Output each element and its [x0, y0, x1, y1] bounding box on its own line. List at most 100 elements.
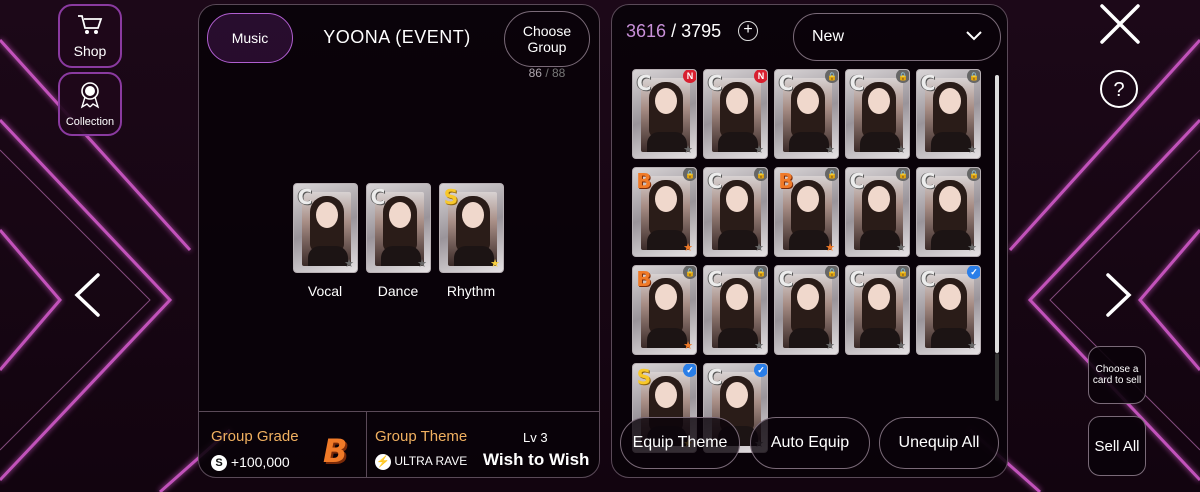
star-icon: ★: [754, 340, 764, 352]
chevron-left-icon[interactable]: [72, 272, 102, 323]
lock-icon: 🔒: [896, 168, 909, 181]
card[interactable]: S ★: [439, 183, 504, 273]
scrollbar-track[interactable]: [995, 353, 999, 401]
choose-group-button[interactable]: Choose Group: [504, 11, 590, 67]
star-icon: ★: [754, 242, 764, 254]
medal-icon: [77, 81, 103, 112]
bolt-icon: ⚡: [375, 454, 391, 470]
group-grade-bonus-value: +100,000: [230, 454, 290, 470]
card[interactable]: C ★ 🔒: [916, 69, 981, 159]
unequip-all-button[interactable]: Unequip All: [879, 417, 999, 469]
music-button[interactable]: Music: [207, 13, 293, 63]
star-icon: ★: [683, 340, 693, 352]
star-icon: ★: [683, 242, 693, 254]
card-grade: C: [778, 267, 794, 291]
card[interactable]: B ★ 🔒: [632, 167, 697, 257]
sell-all-button[interactable]: Sell All: [1088, 416, 1146, 476]
card[interactable]: C ★ N: [632, 69, 697, 159]
card[interactable]: C ★ N: [703, 69, 768, 159]
card-grade: C: [707, 267, 723, 291]
star-icon: ★: [825, 242, 835, 254]
help-icon[interactable]: ?: [1098, 68, 1140, 115]
lock-icon: 🔒: [754, 266, 767, 279]
slot-label: Dance: [377, 283, 419, 299]
star-icon: ★: [490, 258, 500, 270]
card[interactable]: C ★ 🔒: [845, 265, 910, 355]
sort-value: New: [812, 28, 845, 45]
card-face: [868, 284, 890, 310]
card-outfit: [308, 246, 348, 266]
card-face: [939, 88, 961, 114]
card-face: [316, 202, 338, 228]
star-icon: ★: [896, 340, 906, 352]
card[interactable]: B ★ 🔒: [632, 265, 697, 355]
card-face: [726, 382, 748, 408]
card-outfit: [381, 246, 421, 266]
group-panel: Music YOONA (EVENT) Choose Group 86 / 88…: [198, 4, 600, 478]
slot-label: Rhythm: [446, 283, 496, 299]
group-grade-badge: B: [323, 432, 348, 470]
star-icon: ★: [754, 144, 764, 156]
group-grade-label: Group Grade: [211, 428, 299, 445]
card-face: [726, 284, 748, 310]
lock-icon: 🔒: [683, 266, 696, 279]
scrollbar-thumb[interactable]: [995, 75, 999, 353]
card-grade: C: [707, 365, 723, 389]
card-face: [655, 88, 677, 114]
card-grade: C: [707, 169, 723, 193]
check-icon: ✓: [754, 364, 767, 377]
group-grade-bonus: S +100,000: [211, 454, 290, 472]
card-outfit: [860, 328, 900, 348]
sort-dropdown[interactable]: New: [793, 13, 1001, 61]
total-count: 3795: [681, 21, 722, 41]
lock-icon: 🔒: [825, 70, 838, 83]
new-badge: N: [754, 70, 767, 83]
lock-icon: 🔒: [967, 168, 980, 181]
card[interactable]: B ★ 🔒: [774, 167, 839, 257]
shop-button[interactable]: Shop: [58, 4, 122, 68]
star-icon: ★: [896, 144, 906, 156]
card-outfit: [931, 230, 971, 250]
card-outfit: [718, 230, 758, 250]
card-face: [868, 186, 890, 212]
card-outfit: [718, 328, 758, 348]
card[interactable]: C ★ 🔒: [774, 265, 839, 355]
card[interactable]: C ★ 🔒: [845, 69, 910, 159]
star-icon: ★: [967, 144, 977, 156]
lock-icon: 🔒: [754, 168, 767, 181]
chevron-right-icon[interactable]: [1104, 272, 1134, 323]
card-inventory-panel: 3616 / 3795 + New C ★ N C ★ N C ★ 🔒 C ★ 🔒 C ★ 🔒 B ★ 🔒 C ★ 🔒 B…: [611, 4, 1008, 478]
card-outfit: [718, 132, 758, 152]
equip-theme-button[interactable]: Equip Theme: [620, 417, 740, 469]
card[interactable]: C ★: [293, 183, 358, 273]
card-face: [655, 284, 677, 310]
card-face: [726, 88, 748, 114]
choose-card-to-sell-button[interactable]: Choose a card to sell: [1088, 346, 1146, 404]
auto-equip-button[interactable]: Auto Equip: [750, 417, 870, 469]
slot-label: Vocal: [307, 283, 343, 299]
shop-label: Shop: [73, 42, 107, 59]
collection-button[interactable]: Collection: [58, 72, 122, 136]
background: [0, 0, 1200, 492]
theme-brand: ⚡ ULTRA RAVE: [375, 454, 467, 470]
card[interactable]: C ★ 🔒: [845, 167, 910, 257]
card-grade: S: [443, 185, 459, 209]
card-outfit: [647, 230, 687, 250]
group-theme-box[interactable]: Group Theme Lv 3 ⚡ ULTRA RAVE Wish to Wi…: [367, 411, 599, 477]
close-icon[interactable]: [1098, 2, 1142, 51]
check-icon: ✓: [683, 364, 696, 377]
lock-icon: 🔒: [896, 266, 909, 279]
card-face: [797, 284, 819, 310]
group-count: 86 / 88: [528, 66, 566, 80]
star-icon: ★: [417, 258, 427, 270]
card[interactable]: C ★ 🔒: [774, 69, 839, 159]
card[interactable]: C ★ ✓: [916, 265, 981, 355]
card[interactable]: C ★ 🔒: [916, 167, 981, 257]
card[interactable]: C ★ 🔒: [703, 167, 768, 257]
card-face: [462, 202, 484, 228]
card[interactable]: C ★: [366, 183, 431, 273]
card-face: [939, 186, 961, 212]
card[interactable]: C ★ 🔒: [703, 265, 768, 355]
star-icon: ★: [683, 144, 693, 156]
plus-circle-icon[interactable]: +: [738, 21, 758, 41]
